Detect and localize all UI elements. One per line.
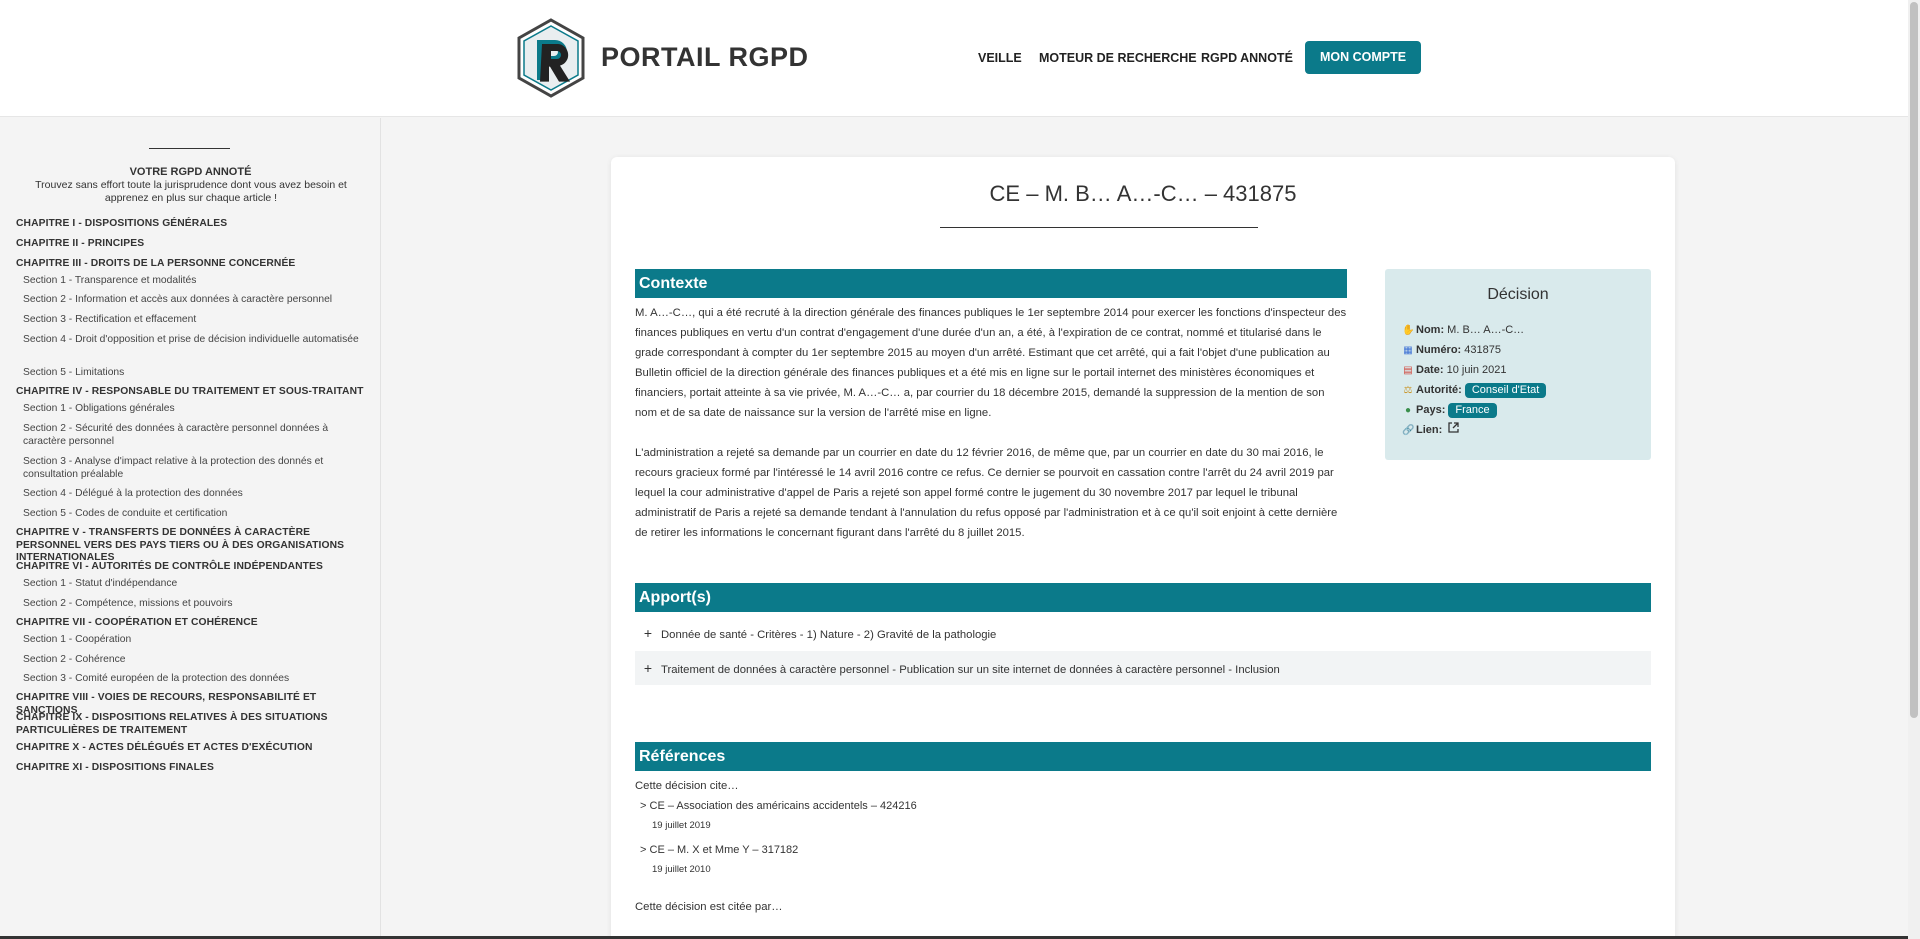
- decision-card: CE – M. B… A…-C… – 431875 Contexte M. A……: [611, 157, 1675, 939]
- sidebar-chapter[interactable]: CHAPITRE I - DISPOSITIONS GÉNÉRALES: [16, 218, 366, 231]
- sidebar-section[interactable]: Section 3 - Comité européen de la protec…: [23, 673, 363, 686]
- sidebar-section[interactable]: Section 4 - Droit d'opposition et prise …: [23, 334, 363, 347]
- nav-moteur-de-recherche[interactable]: MOTEUR DE RECHERCHE: [1039, 51, 1197, 65]
- contexte-paragraph: M. A…-C…, qui a été recruté à la directi…: [635, 307, 1347, 419]
- title-divider: [940, 227, 1258, 228]
- pays-label: Pays:: [1416, 404, 1446, 416]
- sidebar-chapter[interactable]: CHAPITRE IX - DISPOSITIONS RELATIVES À D…: [16, 712, 366, 737]
- date-label: Date:: [1416, 364, 1444, 376]
- sidebar-section[interactable]: Section 3 - Rectification et effacement: [23, 314, 363, 327]
- sidebar-section[interactable]: Section 1 - Obligations générales: [23, 403, 363, 416]
- reference-date: 19 juillet 2010: [652, 864, 711, 875]
- sidebar-section[interactable]: Section 4 - Délégué à la protection des …: [23, 488, 363, 501]
- cites-label: Cette décision cite…: [635, 780, 739, 792]
- sidebar-section[interactable]: Section 2 - Cohérence: [23, 654, 363, 667]
- sidebar-section[interactable]: Section 3 - Analyse d'impact relative à …: [23, 456, 363, 481]
- references-heading: Références: [635, 742, 1651, 771]
- sidebar-chapter[interactable]: CHAPITRE V - TRANSFERTS DE DONNÉES À CAR…: [16, 527, 366, 565]
- contexte-heading: Contexte: [635, 269, 1347, 298]
- sidebar-subtitle: Trouvez sans effort toute la jurispruden…: [35, 179, 347, 204]
- reference-link[interactable]: > CE – Association des américains accide…: [640, 800, 917, 812]
- autorite-label: Autorité:: [1416, 384, 1462, 396]
- sidebar-section[interactable]: Section 1 - Coopération: [23, 634, 363, 647]
- calendar-icon: ▤: [1403, 365, 1413, 376]
- nom-value: M. B… A…-C…: [1447, 324, 1525, 336]
- decision-info-box: Décision ✋ Nom: M. B… A…-C… ▦ Numéro: 4318…: [1385, 269, 1651, 460]
- pays-badge[interactable]: France: [1448, 403, 1497, 418]
- decision-heading: Décision: [1487, 286, 1549, 303]
- autorite-badge[interactable]: Conseil d'Etat: [1464, 383, 1547, 398]
- decision-pays-row: ● Pays: France: [1402, 402, 1497, 418]
- sidebar-title: VOTRE RGPD ANNOTÉ: [129, 166, 252, 178]
- numero-label: Numéro:: [1416, 344, 1462, 356]
- reference-link[interactable]: > CE – M. X et Mme Y – 317182: [640, 844, 798, 856]
- apports-heading: Apport(s): [635, 583, 1651, 612]
- mon-compte-button[interactable]: MON COMPTE: [1305, 41, 1421, 74]
- site-header: PORTAIL RGPD VEILLE MOTEUR DE RECHERCHE …: [0, 0, 1908, 117]
- hand-icon: ✋: [1402, 325, 1415, 336]
- sidebar-section[interactable]: Section 2 - Compétence, missions et pouv…: [23, 598, 363, 611]
- decision-numero-row: ▦ Numéro: 431875: [1402, 342, 1501, 358]
- lien-label: Lien:: [1416, 424, 1443, 436]
- sidebar-section[interactable]: Section 2 - Sécurité des données à carac…: [23, 423, 363, 448]
- brand-name[interactable]: PORTAIL RGPD: [601, 42, 809, 73]
- sidebar-chapter[interactable]: CHAPITRE VI - AUTORITÉS DE CONTRÔLE INDÉ…: [16, 561, 366, 574]
- sidebar-chapter[interactable]: CHAPITRE XI - DISPOSITIONS FINALES: [16, 762, 366, 775]
- decision-date-row: ▤ Date: 10 juin 2021: [1402, 362, 1507, 378]
- sidebar-section[interactable]: Section 1 - Statut d'indépendance: [23, 578, 363, 591]
- cited-by-label: Cette décision est citée par…: [635, 901, 783, 913]
- external-link-icon[interactable]: [1448, 422, 1459, 438]
- contexte-paragraph: L'administration a rejeté sa demande par…: [635, 447, 1338, 539]
- sidebar-divider: [149, 148, 230, 149]
- reference-title[interactable]: CE – Association des américains accident…: [650, 800, 917, 812]
- sidebar-chapter[interactable]: CHAPITRE IV - RESPONSABLE DU TRAITEMENT …: [16, 386, 366, 399]
- nom-label: Nom:: [1416, 324, 1445, 336]
- page-scrollbar[interactable]: [1908, 0, 1920, 939]
- sidebar-chapter[interactable]: CHAPITRE X - ACTES DÉLÉGUÉS ET ACTES D'E…: [16, 742, 366, 755]
- apport-label[interactable]: Traitement de données à caractère person…: [661, 664, 1280, 676]
- portail-rgpd-logo[interactable]: [515, 18, 587, 98]
- sidebar-section[interactable]: Section 5 - Codes de conduite et certifi…: [23, 508, 363, 521]
- sidebar-chapter[interactable]: CHAPITRE VII - COOPÉRATION ET COHÉRENCE: [16, 617, 366, 630]
- page-title: CE – M. B… A…-C… – 431875: [989, 181, 1297, 206]
- scrollbar-thumb[interactable]: [1910, 2, 1918, 718]
- decision-nom-row: ✋ Nom: M. B… A…-C…: [1402, 322, 1524, 338]
- reference-title[interactable]: CE – M. X et Mme Y – 317182: [650, 844, 799, 856]
- numero-value: 431875: [1464, 344, 1502, 356]
- apport-accordion-item[interactable]: + Donnée de santé - Critères - 1) Nature …: [635, 616, 1651, 650]
- decision-autorite-row: ⚖ Autorité: Conseil d'Etat: [1402, 382, 1547, 398]
- sidebar-section[interactable]: Section 2 - Information et accès aux don…: [23, 294, 363, 307]
- scales-icon: ⚖: [1403, 385, 1413, 396]
- globe-icon: ●: [1404, 405, 1412, 416]
- chevron-right-icon: >: [640, 844, 647, 856]
- sidebar-chapter[interactable]: CHAPITRE II - PRINCIPES: [16, 238, 366, 251]
- chevron-right-icon: >: [640, 800, 647, 812]
- nav-veille[interactable]: VEILLE: [978, 51, 1022, 65]
- sidebar-section[interactable]: Section 5 - Limitations: [23, 367, 363, 380]
- link-icon: 🔗: [1402, 425, 1415, 436]
- apport-accordion-item[interactable]: + Traitement de données à caractère perso…: [635, 651, 1651, 685]
- expand-plus-icon[interactable]: +: [641, 651, 655, 685]
- numbers-icon: ▦: [1403, 345, 1413, 356]
- nav-rgpd-annote[interactable]: RGPD ANNOTÉ: [1201, 51, 1293, 65]
- expand-plus-icon[interactable]: +: [641, 616, 655, 650]
- sidebar-chapter[interactable]: CHAPITRE III - DROITS DE LA PERSONNE CON…: [16, 258, 366, 271]
- reference-date: 19 juillet 2019: [652, 820, 711, 831]
- sidebar-section[interactable]: Section 1 - Transparence et modalités: [23, 275, 363, 288]
- decision-lien-row: 🔗 Lien:: [1402, 422, 1459, 438]
- date-value: 10 juin 2021: [1446, 364, 1507, 376]
- sidebar: VOTRE RGPD ANNOTÉ Trouvez sans effort to…: [0, 118, 381, 939]
- apport-label[interactable]: Donnée de santé - Critères - 1) Nature -…: [661, 629, 996, 641]
